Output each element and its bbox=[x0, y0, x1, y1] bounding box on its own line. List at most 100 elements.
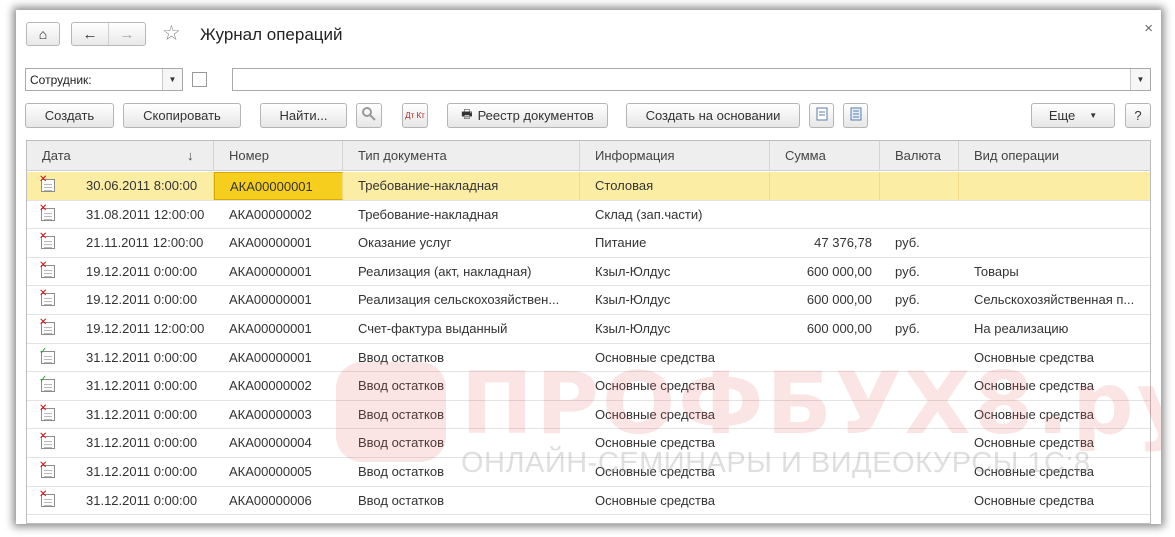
chevron-down-icon[interactable]: ▼ bbox=[1130, 69, 1150, 90]
table-row[interactable]: ✕ 31.12.2011 0:00:00 АКА00000004 Ввод остат… bbox=[27, 429, 1150, 458]
employee-filter-checkbox[interactable] bbox=[192, 72, 207, 87]
cell-type: Оказание услуг bbox=[358, 235, 452, 251]
clear-search-icon bbox=[361, 106, 377, 125]
cell-sum bbox=[770, 344, 880, 372]
back-button[interactable]: ← bbox=[72, 23, 108, 45]
document-marked-deleted-icon: ✕ bbox=[39, 289, 55, 307]
cell-date: 31.12.2011 0:00:00 bbox=[86, 349, 198, 365]
cell-sum bbox=[770, 401, 880, 429]
cell-operation: Основные средства bbox=[974, 492, 1094, 508]
cell-info: Столовая bbox=[580, 172, 770, 200]
table-row[interactable]: ✕ 19.12.2011 0:00:00 АКА00000001 Реализация… bbox=[27, 258, 1150, 287]
cell-info: Основные средства bbox=[595, 492, 715, 508]
forward-button[interactable]: → bbox=[108, 23, 145, 45]
cell-sum bbox=[770, 458, 880, 486]
cell-type: Ввод остатков bbox=[358, 435, 444, 451]
cell-operation: Основные средства bbox=[974, 435, 1094, 451]
cell-info: Основные средства bbox=[595, 406, 715, 422]
cell-date: 31.08.2011 12:00:00 bbox=[86, 206, 205, 222]
table-row[interactable]: ✓ 31.12.2011 0:00:00 АКА00000001 Ввод остат… bbox=[27, 344, 1150, 373]
document-structure-icon bbox=[816, 107, 828, 124]
help-button[interactable]: ? bbox=[1125, 103, 1151, 128]
sort-descending-icon: ↓ bbox=[187, 148, 194, 163]
create-based-on-button[interactable]: Создать на основании bbox=[626, 103, 800, 128]
column-header-doc-type[interactable]: Тип документа bbox=[343, 141, 580, 171]
column-header-number[interactable]: Номер bbox=[214, 141, 343, 171]
table-row[interactable]: ✕ 31.12.2011 0:00:00 АКА00000003 Ввод остат… bbox=[27, 401, 1150, 430]
cell-date: 31.12.2011 0:00:00 bbox=[86, 378, 198, 394]
cell-info: Основные средства bbox=[595, 435, 715, 451]
cell-number: АКА00000005 bbox=[229, 464, 312, 479]
column-header-info[interactable]: Информация bbox=[580, 141, 770, 171]
find-button[interactable]: Найти... bbox=[260, 103, 347, 128]
employee-filter-label: Сотрудник: bbox=[30, 73, 92, 87]
cell-currency bbox=[880, 487, 959, 515]
cell-date: 19.12.2011 12:00:00 bbox=[86, 321, 205, 336]
table-row[interactable]: ✕ 30.06.2011 8:00:00 АКА00000001 Требование… bbox=[27, 172, 1150, 201]
table-row[interactable]: ✕ 19.12.2011 12:00:00 АКА00000001 Счет-факт… bbox=[27, 315, 1150, 344]
cell-type: Ввод остатков bbox=[358, 378, 444, 394]
cell-currency bbox=[880, 201, 959, 229]
column-header-date[interactable]: Дата ↓ bbox=[27, 141, 214, 171]
dt-kt-button[interactable]: Дт Кт bbox=[402, 103, 428, 128]
create-button[interactable]: Создать bbox=[25, 103, 114, 128]
column-header-currency[interactable]: Валюта bbox=[880, 141, 959, 171]
cell-number: АКА00000006 bbox=[229, 492, 312, 508]
cell-type: Реализация сельскохозяйствен... bbox=[358, 292, 560, 308]
cell-currency bbox=[880, 372, 959, 400]
cell-info: Основные средства bbox=[595, 349, 715, 365]
cell-number: АКА00000001 bbox=[229, 321, 312, 336]
document-posted-icon: ✓ bbox=[39, 375, 55, 393]
chevron-down-icon[interactable]: ▼ bbox=[162, 69, 182, 90]
employee-filter[interactable]: Сотрудник: ▼ bbox=[25, 68, 183, 91]
dt-kt-icon: Дт Кт bbox=[405, 111, 425, 120]
favorite-star-icon[interactable]: ☆ bbox=[162, 22, 181, 46]
title-bar: ⌂ ← → ☆ Журнал операций × bbox=[16, 10, 1161, 50]
clear-search-button[interactable] bbox=[356, 103, 382, 128]
cell-operation: Основные средства bbox=[974, 406, 1094, 422]
cell-number: АКА00000001 bbox=[229, 349, 312, 365]
column-header-sum[interactable]: Сумма bbox=[770, 141, 880, 171]
cell-operation: На реализацию bbox=[974, 321, 1069, 336]
table-row[interactable]: ✕ 31.12.2011 0:00:00 АКА00000005 Ввод остат… bbox=[27, 458, 1150, 487]
structure-button[interactable] bbox=[809, 103, 834, 128]
table-row[interactable]: ✕ 31.12.2011 0:00:00 АКА00000006 Ввод остат… bbox=[27, 487, 1150, 516]
document-marked-deleted-icon: ✕ bbox=[39, 203, 55, 221]
close-icon[interactable]: × bbox=[1144, 20, 1153, 37]
cell-operation: Товары bbox=[974, 263, 1019, 279]
document-registry-button[interactable]: 🖶 Реестр документов bbox=[447, 103, 608, 128]
list-icon bbox=[850, 107, 862, 124]
document-posted-icon: ✓ bbox=[39, 346, 55, 364]
cell-date: 31.12.2011 0:00:00 bbox=[86, 492, 198, 508]
cell-operation: Основные средства bbox=[974, 378, 1094, 394]
cell-info: Кзыл-Юлдус bbox=[595, 263, 671, 279]
find-button-label: Найти... bbox=[279, 108, 328, 123]
search-field[interactable]: ▼ bbox=[232, 68, 1151, 91]
cell-operation: Основные средства bbox=[974, 464, 1094, 479]
table-row[interactable]: ✕ 31.08.2011 12:00:00 АКА00000002 Требовани… bbox=[27, 201, 1150, 230]
table-row[interactable]: ✓ 31.12.2011 0:00:00 АКА00000002 Ввод остат… bbox=[27, 372, 1150, 401]
cell-type: Требование-накладная bbox=[343, 172, 580, 200]
window-title: Журнал операций bbox=[200, 25, 343, 44]
table-row[interactable]: ✕ 19.12.2011 0:00:00 АКА00000001 Реализация… bbox=[27, 286, 1150, 315]
cell-currency: руб. bbox=[895, 321, 920, 336]
list-settings-button[interactable] bbox=[843, 103, 868, 128]
document-marked-deleted-icon: ✕ bbox=[39, 432, 55, 450]
cell-currency bbox=[880, 458, 959, 486]
copy-button[interactable]: Скопировать bbox=[123, 103, 241, 128]
journal-table[interactable]: Дата ↓ Номер Тип документа Информация Су… bbox=[26, 140, 1151, 524]
cell-info: Основные средства bbox=[595, 378, 715, 394]
cell-sum: 600 000,00 bbox=[806, 292, 872, 308]
copy-button-label: Скопировать bbox=[143, 108, 221, 123]
table-row[interactable]: ✕ 21.11.2011 12:00:00 АКА00000001 Оказание … bbox=[27, 229, 1150, 258]
cell-info: Питание bbox=[595, 235, 647, 251]
document-marked-deleted-icon: ✕ bbox=[39, 489, 55, 507]
cell-number: АКА00000003 bbox=[229, 406, 312, 422]
cell-number: АКА00000001 bbox=[229, 235, 312, 251]
chevron-down-icon: ▼ bbox=[1089, 111, 1098, 120]
cell-info: Кзыл-Юлдус bbox=[595, 321, 671, 336]
home-button[interactable]: ⌂ bbox=[26, 22, 60, 46]
column-header-date-label: Дата bbox=[42, 148, 71, 163]
column-header-operation[interactable]: Вид операции bbox=[959, 141, 1150, 171]
more-button[interactable]: Еще ▼ bbox=[1031, 103, 1115, 128]
